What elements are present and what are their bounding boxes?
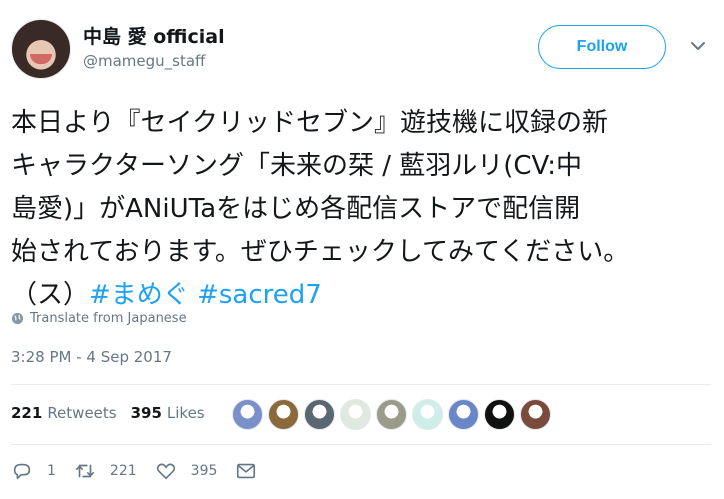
tweet-text-prefix: （ス） (11, 280, 90, 310)
likes-label: Likes (166, 404, 205, 422)
display-name[interactable]: 中島 愛 official (83, 22, 225, 49)
retweet-button[interactable]: 221 (74, 460, 137, 482)
like-count: 395 (190, 463, 218, 479)
liker-avatar[interactable] (304, 399, 335, 430)
tweet-line: 島愛)」がANiUTaをはじめ各配信ストアで配信開 (11, 194, 581, 224)
reply-button[interactable]: 1 (11, 460, 56, 482)
heart-icon (156, 463, 175, 480)
globe-icon (11, 312, 24, 325)
divider (11, 384, 711, 385)
tweet-actions: 1 221 395 (11, 460, 289, 482)
retweet-count: 221 (109, 463, 137, 479)
translate-link[interactable]: Translate from Japanese (11, 311, 187, 326)
reply-icon (13, 463, 31, 480)
tweet-text: 本日より『セイクリッドセブン』遊技機に収録の新 キャラクターソング「未来の栞 /… (11, 102, 717, 317)
follow-button[interactable]: Follow (538, 25, 666, 69)
likes-count: 395 (130, 404, 162, 422)
tweet-line: 本日より『セイクリッドセブン』遊技機に収録の新 (11, 108, 608, 138)
liker-avatar[interactable] (484, 399, 515, 430)
liker-avatar[interactable] (520, 399, 551, 430)
tweet-line: キャラクターソング「未来の栞 / 藍羽ルリ(CV:中 (11, 151, 582, 181)
liker-avatar[interactable] (340, 399, 371, 430)
retweet-icon (75, 464, 94, 478)
direct-message-button[interactable] (235, 460, 271, 482)
hashtag-link[interactable]: #まめぐ (89, 280, 189, 310)
tweet-stats: 221 Retweets 395 Likes (11, 404, 219, 422)
liker-avatar[interactable] (412, 399, 443, 430)
retweets-label: Retweets (47, 404, 117, 422)
liker-avatar[interactable] (448, 399, 479, 430)
liker-avatar[interactable] (376, 399, 407, 430)
divider (11, 444, 711, 445)
liker-avatar[interactable] (232, 399, 263, 430)
user-handle[interactable]: @mamegu_staff (83, 52, 205, 70)
liker-avatars (232, 399, 556, 430)
liker-avatar[interactable] (268, 399, 299, 430)
tweet-timestamp[interactable]: 3:28 PM - 4 Sep 2017 (11, 348, 172, 366)
retweets-count: 221 (11, 404, 43, 422)
reply-count: 1 (47, 463, 56, 479)
retweets-stat[interactable]: 221 Retweets (11, 404, 117, 422)
translate-label[interactable]: Translate from Japanese (30, 311, 187, 326)
hashtag-link[interactable]: #sacred7 (197, 280, 322, 310)
envelope-icon (237, 463, 256, 479)
likes-stat[interactable]: 395 Likes (131, 404, 205, 422)
chevron-down-icon[interactable] (690, 38, 706, 54)
like-button[interactable]: 395 (155, 460, 218, 482)
profile-avatar[interactable] (11, 19, 71, 79)
tweet-line: 始されております。ぜひチェックしてみてください。 (11, 237, 630, 267)
